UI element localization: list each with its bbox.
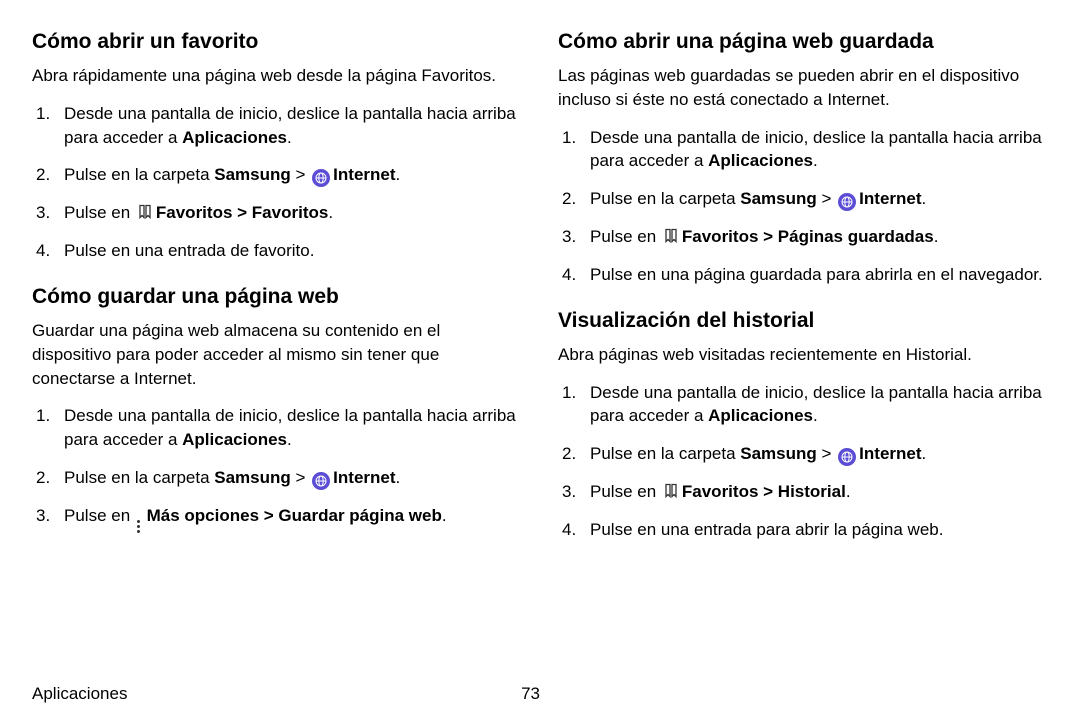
bookmark-icon — [663, 483, 680, 500]
bold-text: Guardar página web — [278, 506, 441, 525]
text: > — [817, 189, 836, 208]
list-item: Pulse en Favoritos > Favoritos. — [32, 201, 522, 225]
list-item: Desde una pantalla de inicio, deslice la… — [32, 102, 522, 150]
text: Pulse en la carpeta — [590, 189, 740, 208]
text: . — [396, 468, 401, 487]
page-footer: Aplicaciones 73 — [32, 668, 540, 704]
heading-open-saved: Cómo abrir una página web guardada — [558, 30, 1048, 54]
more-options-icon — [137, 520, 140, 533]
list-item: Pulse en Favoritos > Páginas guardadas. — [558, 225, 1048, 249]
bold-text: Aplicaciones — [182, 128, 287, 147]
content-columns: Cómo abrir un favorito Abra rápidamente … — [32, 24, 1048, 668]
text: Pulse en la carpeta — [590, 444, 740, 463]
text: . — [396, 165, 401, 184]
bold-text: Favoritos — [682, 227, 759, 246]
text: Pulse en — [64, 506, 135, 525]
bold-text: Favoritos — [682, 482, 759, 501]
text: Pulse en la carpeta — [64, 468, 214, 487]
list-item: Pulse en la carpeta Samsung > Internet. — [32, 466, 522, 490]
intro-save-page: Guardar una página web almacena su conte… — [32, 319, 522, 390]
bold-text: Samsung — [740, 189, 817, 208]
list-item: Pulse en una entrada para abrir la págin… — [558, 518, 1048, 542]
bold-text: Samsung — [214, 468, 291, 487]
bold-text: Aplicaciones — [708, 151, 813, 170]
bold-text: Samsung — [214, 165, 291, 184]
bold-text: > — [259, 506, 278, 525]
bold-text: Internet — [333, 468, 395, 487]
steps-open-saved: Desde una pantalla de inicio, deslice la… — [558, 126, 1048, 287]
text: . — [442, 506, 447, 525]
intro-open-bookmark: Abra rápidamente una página web desde la… — [32, 64, 522, 88]
text: Pulse en — [590, 482, 661, 501]
text: Pulse en una entrada para abrir la págin… — [590, 520, 943, 539]
text: . — [287, 128, 292, 147]
text: Pulse en una página guardada para abrirl… — [590, 265, 1043, 284]
bookmark-icon — [663, 228, 680, 245]
bold-text: Historial — [778, 482, 846, 501]
text: . — [922, 444, 927, 463]
text: > — [291, 468, 310, 487]
steps-history: Desde una pantalla de inicio, deslice la… — [558, 381, 1048, 542]
internet-icon — [838, 193, 856, 211]
bold-text: > — [758, 482, 777, 501]
text: Pulse en — [590, 227, 661, 246]
text: . — [922, 189, 927, 208]
list-item: Desde una pantalla de inicio, deslice la… — [32, 404, 522, 452]
text: > — [291, 165, 310, 184]
list-item: Desde una pantalla de inicio, deslice la… — [558, 381, 1048, 429]
bold-text: > — [232, 203, 251, 222]
list-item: Pulse en la carpeta Samsung > Internet. — [558, 442, 1048, 466]
text: > — [817, 444, 836, 463]
text: Pulse en la carpeta — [64, 165, 214, 184]
bold-text: Samsung — [740, 444, 817, 463]
list-item: Pulse en una entrada de favorito. — [32, 239, 522, 263]
right-column: Cómo abrir una página web guardada Las p… — [558, 24, 1048, 668]
bold-text: Internet — [333, 165, 395, 184]
bold-text: Páginas guardadas — [778, 227, 934, 246]
internet-icon — [312, 169, 330, 187]
steps-save-page: Desde una pantalla de inicio, deslice la… — [32, 404, 522, 533]
text: . — [934, 227, 939, 246]
text: . — [813, 151, 818, 170]
bold-text: Aplicaciones — [708, 406, 813, 425]
text: . — [287, 430, 292, 449]
list-item: Pulse en Más opciones > Guardar página w… — [32, 504, 522, 533]
left-column: Cómo abrir un favorito Abra rápidamente … — [32, 24, 522, 668]
steps-open-bookmark: Desde una pantalla de inicio, deslice la… — [32, 102, 522, 263]
bold-text: Internet — [859, 444, 921, 463]
footer-page-number: 73 — [521, 684, 540, 704]
heading-save-page: Cómo guardar una página web — [32, 285, 522, 309]
bold-text: Más opciones — [147, 506, 259, 525]
bold-text: > — [758, 227, 777, 246]
intro-open-saved: Las páginas web guardadas se pueden abri… — [558, 64, 1048, 112]
intro-history: Abra páginas web visitadas recientemente… — [558, 343, 1048, 367]
bold-text: Favoritos — [156, 203, 233, 222]
list-item: Pulse en una página guardada para abrirl… — [558, 263, 1048, 287]
heading-history: Visualización del historial — [558, 309, 1048, 333]
list-item: Pulse en la carpeta Samsung > Internet. — [32, 163, 522, 187]
list-item: Desde una pantalla de inicio, deslice la… — [558, 126, 1048, 174]
internet-icon — [838, 448, 856, 466]
text: . — [328, 203, 333, 222]
bold-text: Aplicaciones — [182, 430, 287, 449]
text: Pulse en una entrada de favorito. — [64, 241, 314, 260]
list-item: Pulse en la carpeta Samsung > Internet. — [558, 187, 1048, 211]
internet-icon — [312, 472, 330, 490]
heading-open-bookmark: Cómo abrir un favorito — [32, 30, 522, 54]
bold-text: Internet — [859, 189, 921, 208]
bold-text: Favoritos — [252, 203, 329, 222]
bookmark-icon — [137, 204, 154, 221]
text: Pulse en — [64, 203, 135, 222]
footer-section: Aplicaciones — [32, 684, 127, 704]
list-item: Pulse en Favoritos > Historial. — [558, 480, 1048, 504]
text: . — [846, 482, 851, 501]
text: . — [813, 406, 818, 425]
